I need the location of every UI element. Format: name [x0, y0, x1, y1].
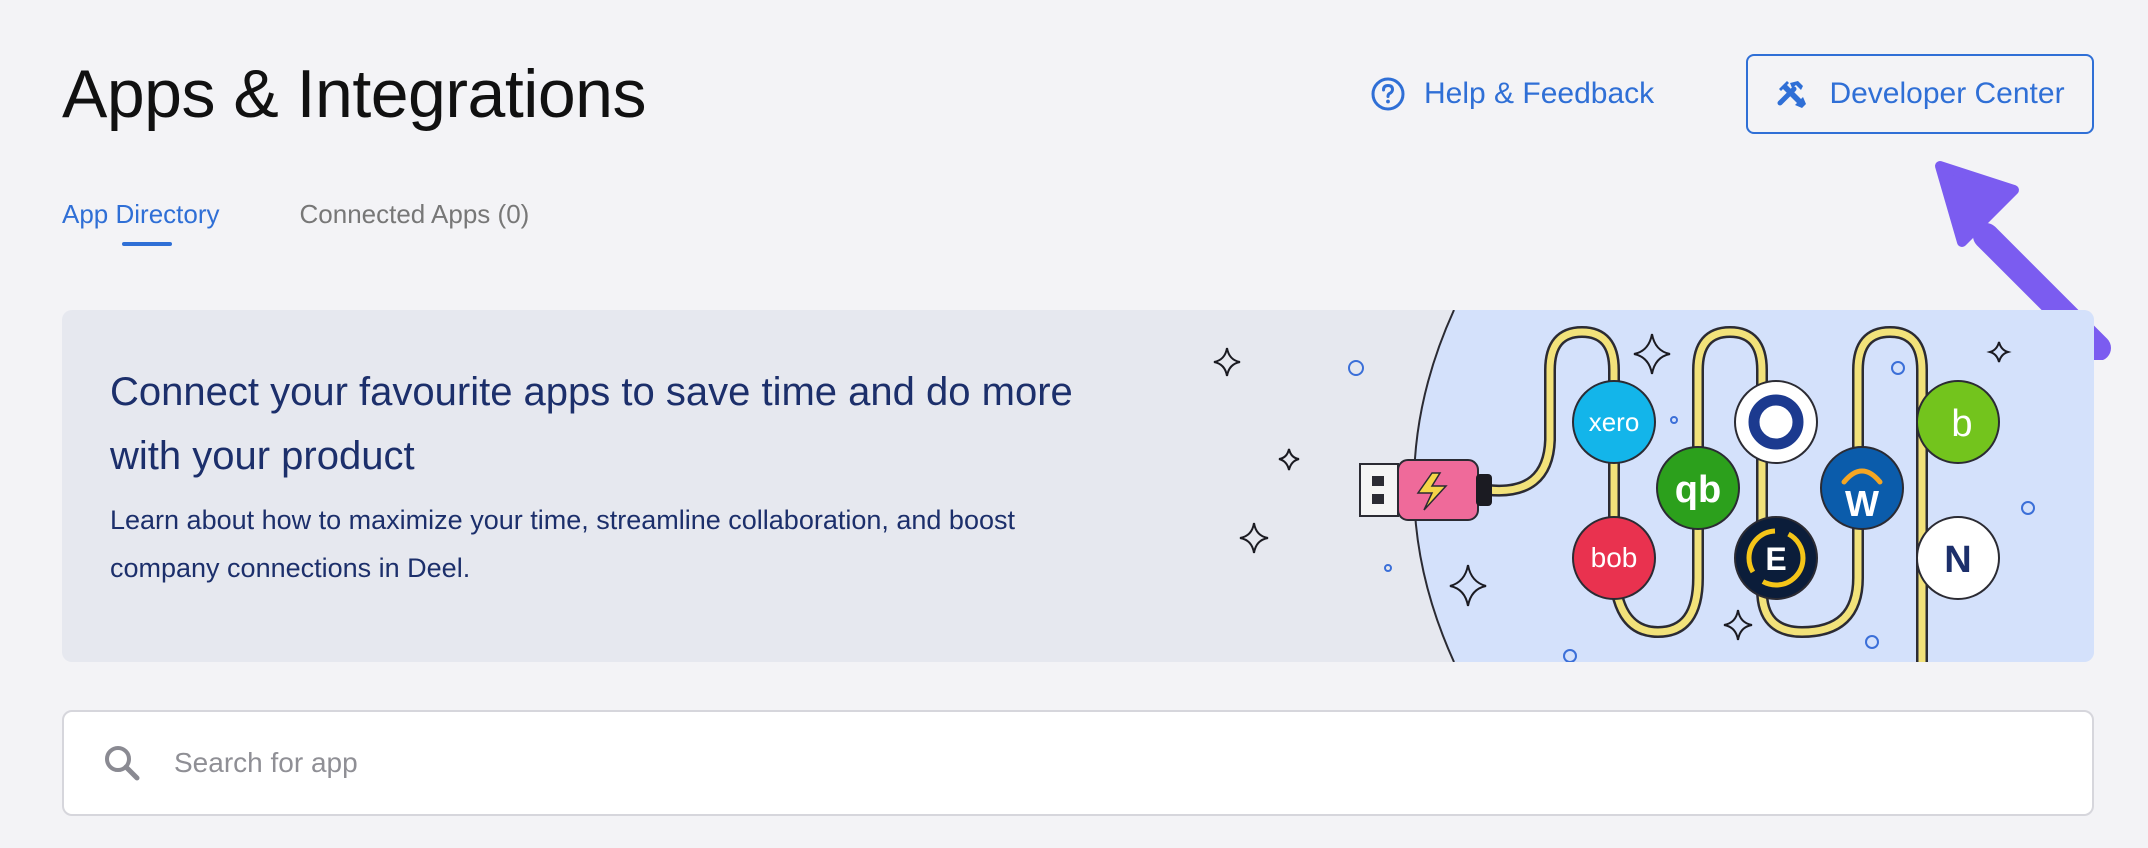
page-title: Apps & Integrations	[62, 56, 646, 132]
usb-plug-icon	[1359, 459, 1492, 521]
svg-text:E: E	[1765, 541, 1786, 577]
namely-logo: N	[1916, 516, 2000, 600]
workday-logo: W	[1820, 446, 1904, 530]
svg-text:W: W	[1845, 483, 1879, 524]
tab-bar: App Directory Connected Apps (0)	[62, 196, 529, 252]
banner-heading: Connect your favourite apps to save time…	[110, 370, 1073, 478]
promo-banner: xero qb bob E W b N Connect your favouri…	[62, 310, 2094, 662]
tools-icon	[1777, 81, 1807, 108]
svg-text:b: b	[1951, 403, 1972, 445]
app-search-box[interactable]	[62, 710, 2094, 816]
tab-app-directory[interactable]: App Directory	[62, 196, 220, 252]
ring-logo	[1734, 380, 1818, 464]
xero-logo: xero	[1572, 380, 1656, 464]
expensify-logo: E	[1734, 516, 1818, 600]
help-feedback-label: Help & Feedback	[1424, 77, 1655, 110]
question-circle-icon	[1371, 77, 1405, 111]
quickbooks-logo: qb	[1656, 446, 1740, 530]
svg-text:bob: bob	[1591, 542, 1638, 573]
help-feedback-link[interactable]: Help & Feedback	[1370, 72, 1654, 116]
developer-center-button[interactable]: Developer Center	[1746, 54, 2094, 134]
tab-connected-apps[interactable]: Connected Apps (0)	[300, 196, 530, 252]
search-icon	[105, 746, 140, 781]
svg-text:N: N	[1944, 539, 1971, 581]
search-input[interactable]	[174, 747, 1974, 779]
banner-description: Learn about how to maximize your time, s…	[110, 505, 1015, 583]
svg-text:qb: qb	[1675, 469, 1721, 511]
developer-center-label: Developer Center	[1829, 77, 2065, 110]
bamboohr-logo: b	[1916, 380, 2000, 464]
bob-logo: bob	[1572, 516, 1656, 600]
svg-text:xero: xero	[1589, 407, 1640, 437]
apps-integrations-page: Apps & Integrations Help & Feedback Deve…	[0, 0, 2148, 848]
